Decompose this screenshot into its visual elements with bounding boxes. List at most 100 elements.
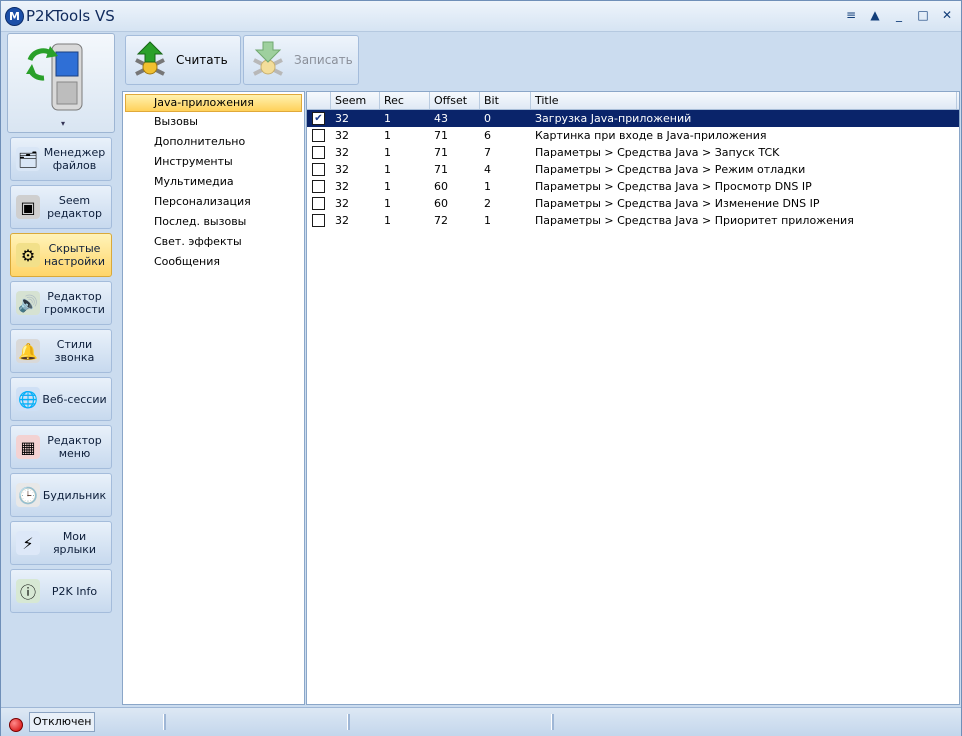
cell-seem: 32 <box>335 180 349 193</box>
sidebar-item-file-manager[interactable]: 🗂 Менеджер файлов <box>10 137 112 181</box>
table-row[interactable]: 32 1 60 1 Параметры > Средства Java > Просмо… <box>307 178 959 195</box>
sidebar-item-label: Мои ярлыки <box>52 530 97 556</box>
cell-rec: 1 <box>384 197 391 210</box>
row-checkbox-cell <box>307 144 331 161</box>
cell-bit: 1 <box>484 180 491 193</box>
cell-seem: 32 <box>335 163 349 176</box>
connection-status-icon <box>9 718 23 732</box>
row-checkbox-cell: ✔ <box>307 110 331 127</box>
options-menu-button[interactable]: ≡ <box>843 7 859 23</box>
row-checkbox[interactable] <box>312 214 325 227</box>
category-item[interactable]: Мультимедиа <box>123 172 304 192</box>
sidebar-item-label: Редактор меню <box>47 434 102 460</box>
column-header-offset[interactable]: Offset <box>430 92 480 109</box>
sidebar-item-label: Стили звонка <box>54 338 95 364</box>
maximize-button[interactable]: □ <box>915 7 931 23</box>
globe-icon: 🌐 <box>16 387 40 411</box>
column-header-bit[interactable]: Bit <box>480 92 531 109</box>
status-divider <box>551 714 554 730</box>
cell-title: Параметры > Средства Java > Просмотр DNS… <box>535 180 812 193</box>
table-body: ✔ 32 1 43 0 Загрузка Java-приложений 32 1 71 6 Кар… <box>307 110 959 229</box>
window-title: P2KTools VS <box>26 7 115 25</box>
table-row[interactable]: 32 1 71 4 Параметры > Средства Java > Режим … <box>307 161 959 178</box>
write-button-label: Записать <box>294 53 353 67</box>
sidebar-item-shortcuts[interactable]: ⚡ Мои ярлыки <box>10 521 112 565</box>
column-header-title[interactable]: Title <box>531 92 957 109</box>
sidebar-item-gear[interactable]: ⚙ Скрытые настройки <box>10 233 112 277</box>
column-header-check[interactable] <box>307 92 331 109</box>
row-checkbox-cell <box>307 127 331 144</box>
sidebar-item-clock[interactable]: 🕒 Будильник <box>10 473 112 517</box>
cell-title: Параметры > Средства Java > Запуск TCK <box>535 146 780 159</box>
table-row[interactable]: 32 1 71 7 Параметры > Средства Java > Запуск… <box>307 144 959 161</box>
sidebar-item-globe[interactable]: 🌐 Веб-сессии <box>10 377 112 421</box>
sidebar-item-label: Веб-сессии <box>42 392 107 406</box>
cell-title: Параметры > Средства Java > Режим отладк… <box>535 163 806 176</box>
row-checkbox-cell <box>307 178 331 195</box>
table-row[interactable]: 32 1 71 6 Картинка при входе в Java-приложен… <box>307 127 959 144</box>
read-button[interactable]: Считать <box>125 35 241 85</box>
cell-offset: 60 <box>434 197 448 210</box>
collapse-button[interactable]: ▲ <box>867 7 883 23</box>
close-button[interactable]: ✕ <box>939 7 955 23</box>
status-bar: Отключен <box>1 707 961 736</box>
cell-bit: 0 <box>484 112 491 125</box>
sidebar-item-label: Редактор громкости <box>44 290 105 316</box>
column-header-seem[interactable]: Seem <box>331 92 380 109</box>
row-checkbox[interactable] <box>312 197 325 210</box>
row-checkbox[interactable] <box>312 163 325 176</box>
sidebar-item-info[interactable]: ⓘ P2K Info <box>10 569 112 613</box>
write-button: Записать <box>243 35 359 85</box>
cell-rec: 1 <box>384 129 391 142</box>
sidebar-item-seem-editor[interactable]: ▣ Seem редактор <box>10 185 112 229</box>
gear-icon: ⚙ <box>16 243 40 267</box>
category-item[interactable]: Вызовы <box>123 112 304 132</box>
title-bar: M P2KTools VS ≡ ▲ _ □ ✕ <box>1 1 961 32</box>
table-row[interactable]: ✔ 32 1 43 0 Загрузка Java-приложений <box>307 110 959 127</box>
settings-table: Seem Rec Offset Bit Title ✔ 32 1 43 0 Загрузк… <box>306 91 960 705</box>
write-arrow-down-icon <box>248 40 288 80</box>
row-checkbox[interactable]: ✔ <box>312 112 325 125</box>
sidebar-item-speaker[interactable]: 🔊 Редактор громкости <box>10 281 112 325</box>
status-divider <box>347 714 350 730</box>
category-item[interactable]: Инструменты <box>123 152 304 172</box>
cell-title: Загрузка Java-приложений <box>535 112 692 125</box>
sidebar-item-label: Скрытые настройки <box>43 242 106 268</box>
cell-offset: 72 <box>434 214 448 227</box>
clock-icon: 🕒 <box>16 483 40 507</box>
row-checkbox[interactable] <box>312 129 325 142</box>
cell-rec: 1 <box>384 146 391 159</box>
sidebar-item-ringtone[interactable]: 🔔 Стили звонка <box>10 329 112 373</box>
category-item[interactable]: Послед. вызовы <box>123 212 304 232</box>
file-manager-icon: 🗂 <box>16 147 40 171</box>
minimize-button[interactable]: _ <box>891 7 907 23</box>
cell-seem: 32 <box>335 197 349 210</box>
cell-rec: 1 <box>384 214 391 227</box>
row-checkbox[interactable] <box>312 146 325 159</box>
cell-title: Параметры > Средства Java > Изменение DN… <box>535 197 820 210</box>
category-item[interactable]: Персонализация <box>123 192 304 212</box>
cell-bit: 6 <box>484 129 491 142</box>
category-item[interactable]: Сообщения <box>123 252 304 272</box>
ringtone-icon: 🔔 <box>16 339 40 363</box>
speaker-icon: 🔊 <box>16 291 40 315</box>
phone-connect-panel[interactable]: ▾ <box>7 33 115 133</box>
cell-seem: 32 <box>335 112 349 125</box>
table-header: Seem Rec Offset Bit Title <box>307 92 959 110</box>
read-button-label: Считать <box>176 53 228 67</box>
category-item[interactable]: Java-приложения <box>125 94 302 112</box>
column-header-rec[interactable]: Rec <box>380 92 430 109</box>
table-row[interactable]: 32 1 60 2 Параметры > Средства Java > Измене… <box>307 195 959 212</box>
read-arrow-up-icon <box>130 40 170 80</box>
row-checkbox[interactable] <box>312 180 325 193</box>
sidebar-item-label: Менеджер файлов <box>43 146 106 172</box>
cell-title: Параметры > Средства Java > Приоритет пр… <box>535 214 854 227</box>
sidebar-item-label: Seem редактор <box>47 194 102 220</box>
sidebar-item-menu-editor[interactable]: ▦ Редактор меню <box>10 425 112 469</box>
app-window: M P2KTools VS ≡ ▲ _ □ ✕ ▾ 🗂 Менеджер файл… <box>0 0 962 736</box>
phone-sync-icon: ▾ <box>26 43 83 128</box>
table-row[interactable]: 32 1 72 1 Параметры > Средства Java > Приори… <box>307 212 959 229</box>
category-item[interactable]: Дополнительно <box>123 132 304 152</box>
seem-editor-icon: ▣ <box>16 195 40 219</box>
category-item[interactable]: Свет. эффекты <box>123 232 304 252</box>
